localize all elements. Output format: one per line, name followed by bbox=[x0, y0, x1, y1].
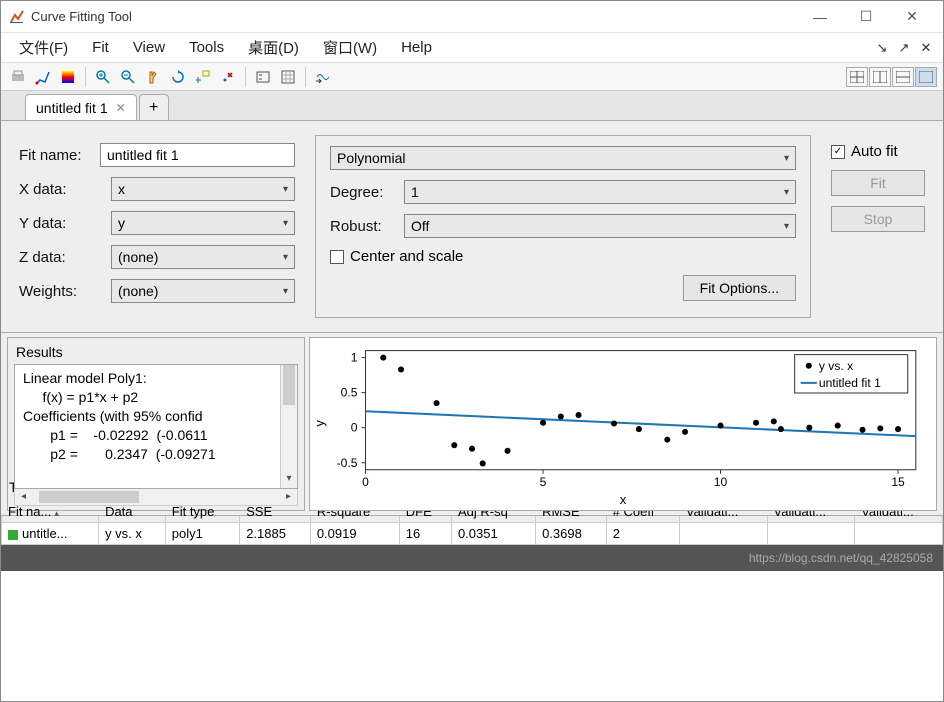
auto-fit-checkbox[interactable]: ✓ bbox=[831, 145, 845, 159]
model-type-select[interactable]: Polynomial▾ bbox=[330, 146, 796, 170]
layout-1[interactable] bbox=[846, 67, 868, 87]
x-data-select[interactable]: x▾ bbox=[111, 177, 295, 201]
tab-label: untitled fit 1 bbox=[36, 100, 108, 116]
x-data-label: X data: bbox=[19, 181, 103, 198]
table-cell: 2.1885 bbox=[240, 523, 311, 545]
svg-text:15: 15 bbox=[891, 475, 905, 489]
svg-text:0: 0 bbox=[362, 475, 369, 489]
table-cell: y vs. x bbox=[99, 523, 166, 545]
chart-pane[interactable]: 0 5 10 15 -0.5 0 0.5 1 x y y vs. x untitled fit… bbox=[309, 337, 937, 511]
legend-icon[interactable] bbox=[252, 66, 274, 88]
center-scale-checkbox[interactable] bbox=[330, 250, 344, 264]
svg-text:0: 0 bbox=[351, 421, 358, 435]
menu-file[interactable]: 文件(F) bbox=[7, 33, 80, 62]
robust-select[interactable]: Off▾ bbox=[404, 214, 796, 238]
menu-window[interactable]: 窗口(W) bbox=[311, 33, 389, 62]
minimize-button[interactable]: — bbox=[797, 1, 843, 33]
center-scale-label: Center and scale bbox=[350, 248, 463, 265]
results-vscroll[interactable]: ▴▾ bbox=[280, 365, 297, 488]
exclude-icon[interactable] bbox=[217, 66, 239, 88]
menu-desktop[interactable]: 桌面(D) bbox=[236, 33, 311, 62]
menubar: 文件(F) Fit View Tools 桌面(D) 窗口(W) Help ↘ … bbox=[1, 33, 943, 63]
residuals-icon[interactable] bbox=[312, 66, 334, 88]
menu-view[interactable]: View bbox=[121, 35, 177, 60]
layout-4[interactable] bbox=[915, 67, 937, 87]
z-data-select[interactable]: (none)▾ bbox=[111, 245, 295, 269]
undock-icon[interactable]: ↘ bbox=[871, 40, 893, 56]
menu-fit[interactable]: Fit bbox=[80, 35, 121, 60]
menu-help[interactable]: Help bbox=[389, 35, 444, 60]
degree-select[interactable]: 1▾ bbox=[404, 180, 796, 204]
menu-tools[interactable]: Tools bbox=[177, 35, 236, 60]
rotate-icon[interactable] bbox=[167, 66, 189, 88]
svg-text:0.5: 0.5 bbox=[341, 386, 358, 400]
table-cell: 0.3698 bbox=[536, 523, 607, 545]
results-text[interactable]: Linear model Poly1: f(x) = p1*x + p2 Coe… bbox=[14, 364, 298, 489]
weights-select[interactable]: (none)▾ bbox=[111, 279, 295, 303]
titlebar: Curve Fitting Tool — ☐ ✕ bbox=[1, 1, 943, 33]
layout-3[interactable] bbox=[892, 67, 914, 87]
svg-text:5: 5 bbox=[540, 475, 547, 489]
print-icon[interactable] bbox=[7, 66, 29, 88]
grid-icon[interactable] bbox=[277, 66, 299, 88]
svg-text:untitled fit 1: untitled fit 1 bbox=[819, 376, 881, 390]
table-cell: 0.0351 bbox=[451, 523, 535, 545]
fit-options-button[interactable]: Fit Options... bbox=[683, 275, 796, 301]
svg-text:y vs. x: y vs. x bbox=[819, 359, 853, 373]
colorbar-icon[interactable] bbox=[57, 66, 79, 88]
table-cell bbox=[679, 523, 767, 545]
status-bar: https://blog.csdn.net/qq_42825058 bbox=[1, 545, 943, 571]
close-tab-icon[interactable]: ✕ bbox=[116, 101, 126, 115]
zoom-out-icon[interactable] bbox=[117, 66, 139, 88]
robust-label: Robust: bbox=[330, 218, 396, 235]
svg-text:x: x bbox=[620, 492, 627, 507]
table-cell: untitle... bbox=[2, 523, 99, 545]
layout-2[interactable] bbox=[869, 67, 891, 87]
results-pane: Results Linear model Poly1: f(x) = p1*x … bbox=[7, 337, 305, 511]
svg-text:y: y bbox=[312, 420, 327, 427]
results-title: Results bbox=[16, 344, 298, 360]
table-cell bbox=[767, 523, 855, 545]
maximize-dock-icon[interactable]: ✕ bbox=[915, 40, 937, 56]
app-icon bbox=[9, 9, 25, 25]
brush-icon[interactable] bbox=[32, 66, 54, 88]
svg-text:10: 10 bbox=[714, 475, 728, 489]
zoom-in-icon[interactable] bbox=[92, 66, 114, 88]
maximize-button[interactable]: ☐ bbox=[843, 1, 889, 33]
tab-fit[interactable]: untitled fit 1 ✕ bbox=[25, 94, 137, 120]
z-data-label: Z data: bbox=[19, 249, 103, 266]
new-tab-button[interactable]: + bbox=[139, 94, 169, 120]
table-cell: 16 bbox=[399, 523, 451, 545]
chart-svg: 0 5 10 15 -0.5 0 0.5 1 x y y vs. x untitled fit… bbox=[310, 338, 936, 510]
y-data-select[interactable]: y▾ bbox=[111, 211, 295, 235]
watermark: https://blog.csdn.net/qq_42825058 bbox=[749, 551, 933, 565]
weights-label: Weights: bbox=[19, 283, 103, 300]
table-cell: 2 bbox=[606, 523, 679, 545]
dock-icon[interactable]: ↗ bbox=[893, 40, 915, 56]
config-panel: Fit name: X data: x▾ Y data: y▾ Z data: (no… bbox=[1, 121, 943, 333]
fit-name-input[interactable] bbox=[100, 143, 295, 167]
window-title: Curve Fitting Tool bbox=[31, 9, 797, 24]
svg-text:-0.5: -0.5 bbox=[337, 456, 358, 470]
table-row[interactable]: untitle...y vs. xpoly12.18850.0919160.03… bbox=[2, 523, 943, 545]
degree-label: Degree: bbox=[330, 184, 396, 201]
table-cell: poly1 bbox=[165, 523, 239, 545]
tabstrip: untitled fit 1 ✕ + bbox=[1, 91, 943, 121]
data-cursor-icon[interactable] bbox=[192, 66, 214, 88]
pan-icon[interactable] bbox=[142, 66, 164, 88]
table-cell bbox=[855, 523, 943, 545]
toolbar bbox=[1, 63, 943, 91]
fit-name-label: Fit name: bbox=[19, 147, 92, 164]
results-hscroll[interactable]: ◂▸ bbox=[14, 489, 298, 506]
y-data-label: Y data: bbox=[19, 215, 103, 232]
stop-button[interactable]: Stop bbox=[831, 206, 925, 232]
auto-fit-label: Auto fit bbox=[851, 143, 898, 160]
fit-button[interactable]: Fit bbox=[831, 170, 925, 196]
svg-text:1: 1 bbox=[351, 351, 358, 365]
close-button[interactable]: ✕ bbox=[889, 1, 935, 33]
table-cell: 0.0919 bbox=[310, 523, 399, 545]
